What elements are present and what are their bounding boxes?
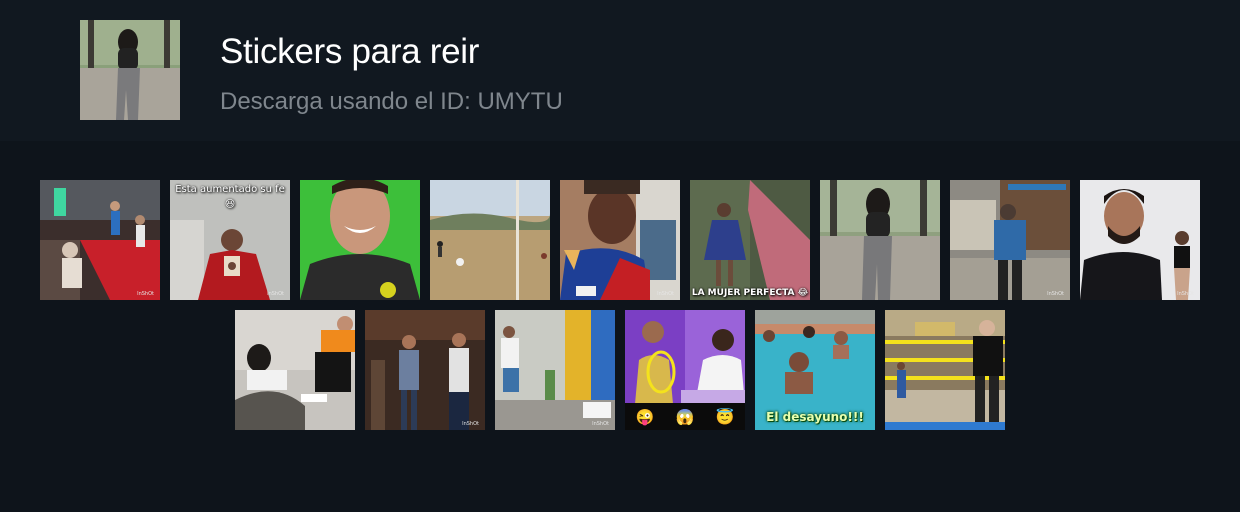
sticker-wrestling-ring[interactable] <box>885 310 1005 430</box>
watermark: InShOt <box>462 421 479 427</box>
sticker-row: InShOt InShOt 😜 😱 😇 El desayuno!!! <box>0 310 1240 430</box>
pack-download-id: Descarga usando el ID: UMYTU <box>220 88 563 115</box>
watermark: InShOt <box>267 291 284 297</box>
sticker-boy-soccer-field[interactable] <box>430 180 550 300</box>
watermark: InShOt <box>1177 291 1194 297</box>
sticker-woman-walking[interactable] <box>820 180 940 300</box>
sticker-woman-on-bridge[interactable]: LA MUJER PERFECTA 😂 <box>690 180 810 300</box>
sticker-caption: LA MUJER PERFECTA 😂 <box>691 288 809 298</box>
sticker-smiling-man-green-screen[interactable] <box>300 180 420 300</box>
sticker-kick-in-bed[interactable] <box>235 310 355 430</box>
sticker-pool-party[interactable]: El desayuno!!! <box>755 310 875 430</box>
sticker-runway-crowd[interactable]: InShOt <box>40 180 160 300</box>
sticker-row: InShOt Esta aumentado su fe 😆 InShOt InS… <box>0 180 1240 300</box>
sticker-man-eating-ice-cream[interactable]: InShOt <box>560 180 680 300</box>
pack-thumbnail <box>80 20 180 120</box>
screaming-face-emoji-icon: 😱 <box>675 408 695 426</box>
emoji-strip: 😜 😱 😇 <box>625 403 745 430</box>
watermark: InShOt <box>592 421 609 427</box>
sticker-man-carrying-person[interactable]: InShOt <box>950 180 1070 300</box>
sticker-dancing-men[interactable]: InShOt <box>365 310 485 430</box>
halo-face-emoji-icon: 😇 <box>715 408 735 426</box>
sticker-caption: El desayuno!!! <box>766 410 864 424</box>
sticker-tv-presenters[interactable]: 😜 😱 😇 <box>625 310 745 430</box>
watermark: InShOt <box>137 291 154 297</box>
watermark: InShOt <box>657 291 674 297</box>
sticker-caption: Esta aumentado su fe 😆 <box>175 184 285 210</box>
pack-title: Stickers para reir <box>220 32 480 71</box>
sticker-man-falling-street[interactable]: InShOt <box>495 310 615 430</box>
sticker-priest-praying[interactable]: Esta aumentado su fe 😆 InShOt <box>170 180 290 300</box>
winking-tongue-emoji-icon: 😜 <box>635 408 655 426</box>
watermark: InShOt <box>1047 291 1064 297</box>
sticker-grid: InShOt Esta aumentado su fe 😆 InShOt InS… <box>0 180 1240 440</box>
sticker-man-selfie[interactable]: InShOt <box>1080 180 1200 300</box>
pack-header: Stickers para reir Descarga usando el ID… <box>0 0 1240 141</box>
